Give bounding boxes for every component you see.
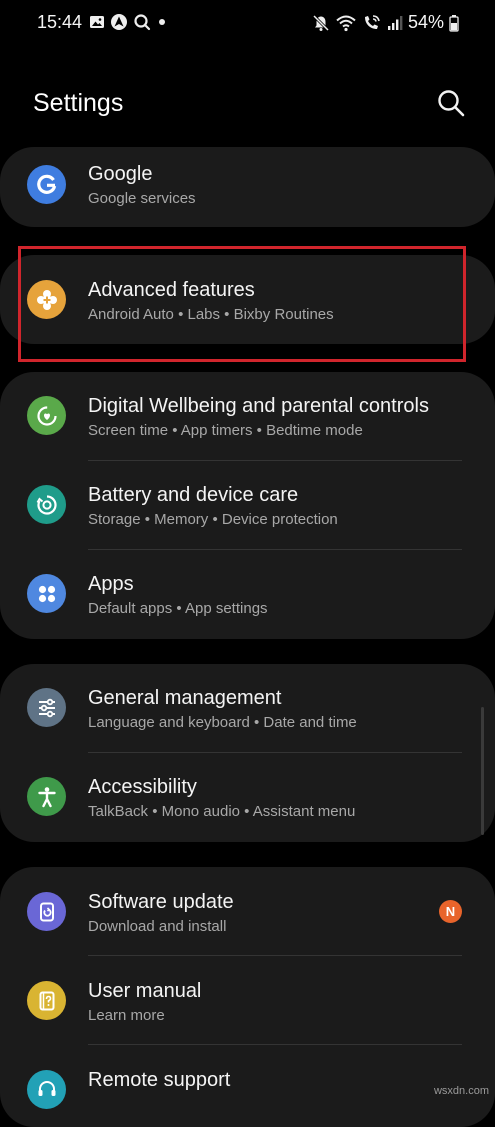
dot-icon	[159, 19, 165, 25]
system-status-icons: 54%	[312, 12, 459, 33]
settings-item-accessibility[interactable]: Accessibility TalkBack • Mono audio • As…	[0, 753, 495, 842]
page-title: Settings	[33, 89, 124, 117]
general-management-icon	[27, 688, 66, 727]
settings-group-system: General management Language and keyboard…	[0, 664, 495, 842]
settings-item-subtitle: Download and install	[88, 918, 227, 935]
settings-group-google: Google Google services	[0, 147, 495, 227]
new-badge: N	[439, 900, 462, 923]
settings-group-device: Digital Wellbeing and parental controls …	[0, 372, 495, 639]
settings-item-general-management[interactable]: General management Language and keyboard…	[0, 664, 495, 753]
settings-item-title: Battery and device care	[88, 484, 299, 506]
settings-item-title: Accessibility	[88, 776, 197, 798]
settings-item-title: User manual	[88, 980, 202, 1002]
settings-item-subtitle: Language and keyboard • Date and time	[88, 714, 357, 731]
settings-item-battery-device-care[interactable]: Battery and device care Storage • Memory…	[0, 461, 495, 550]
highlight-box	[18, 246, 466, 362]
settings-header: Settings	[0, 70, 495, 140]
settings-item-title: Apps	[88, 573, 134, 595]
gallery-icon	[90, 16, 104, 28]
settings-item-subtitle: Screen time • App timers • Bedtime mode	[88, 422, 363, 439]
mute-icon	[312, 14, 330, 31]
settings-item-title: Google	[88, 163, 153, 185]
accessibility-icon	[27, 777, 66, 816]
device-care-icon	[27, 485, 66, 524]
search-icon[interactable]	[436, 88, 466, 118]
search-notification-icon	[134, 14, 151, 31]
status-bar: 15:44 54%	[0, 0, 495, 46]
google-icon	[27, 165, 66, 204]
settings-item-subtitle: TalkBack • Mono audio • Assistant menu	[88, 803, 356, 820]
settings-item-subtitle: Storage • Memory • Device protection	[88, 511, 338, 528]
android-auto-icon	[111, 14, 127, 30]
signal-icon	[387, 15, 403, 30]
watermark: wsxdn.com	[433, 1085, 489, 1097]
software-update-icon	[27, 892, 66, 931]
wifi-calling-icon	[364, 14, 380, 29]
settings-item-digital-wellbeing[interactable]: Digital Wellbeing and parental controls …	[0, 372, 495, 461]
settings-group-support: Software update Download and install N U…	[0, 867, 495, 1127]
settings-item-subtitle: Default apps • App settings	[88, 600, 268, 617]
settings-item-title: Digital Wellbeing and parental controls	[88, 395, 429, 417]
settings-item-title: Remote support	[88, 1069, 231, 1091]
notification-icons	[89, 13, 168, 31]
apps-icon	[27, 574, 66, 613]
user-manual-icon	[27, 981, 66, 1020]
settings-item-google[interactable]: Google Google services	[0, 147, 495, 227]
settings-item-user-manual[interactable]: User manual Learn more	[0, 956, 495, 1045]
settings-item-title: Software update	[88, 891, 234, 913]
settings-item-subtitle: Learn more	[88, 1007, 165, 1024]
settings-item-software-update[interactable]: Software update Download and install N	[0, 867, 495, 956]
settings-item-remote-support[interactable]: Remote support	[0, 1045, 495, 1127]
settings-item-apps[interactable]: Apps Default apps • App settings	[0, 550, 495, 639]
scrollbar[interactable]	[481, 707, 484, 835]
settings-item-subtitle: Google services	[88, 190, 196, 207]
battery-percentage: 54%	[407, 12, 444, 32]
status-time: 15:44	[37, 12, 83, 32]
battery-icon	[449, 14, 459, 32]
settings-item-title: General management	[88, 687, 282, 709]
digital-wellbeing-icon	[27, 396, 66, 435]
remote-support-icon	[27, 1070, 66, 1109]
wifi-icon	[336, 15, 356, 31]
